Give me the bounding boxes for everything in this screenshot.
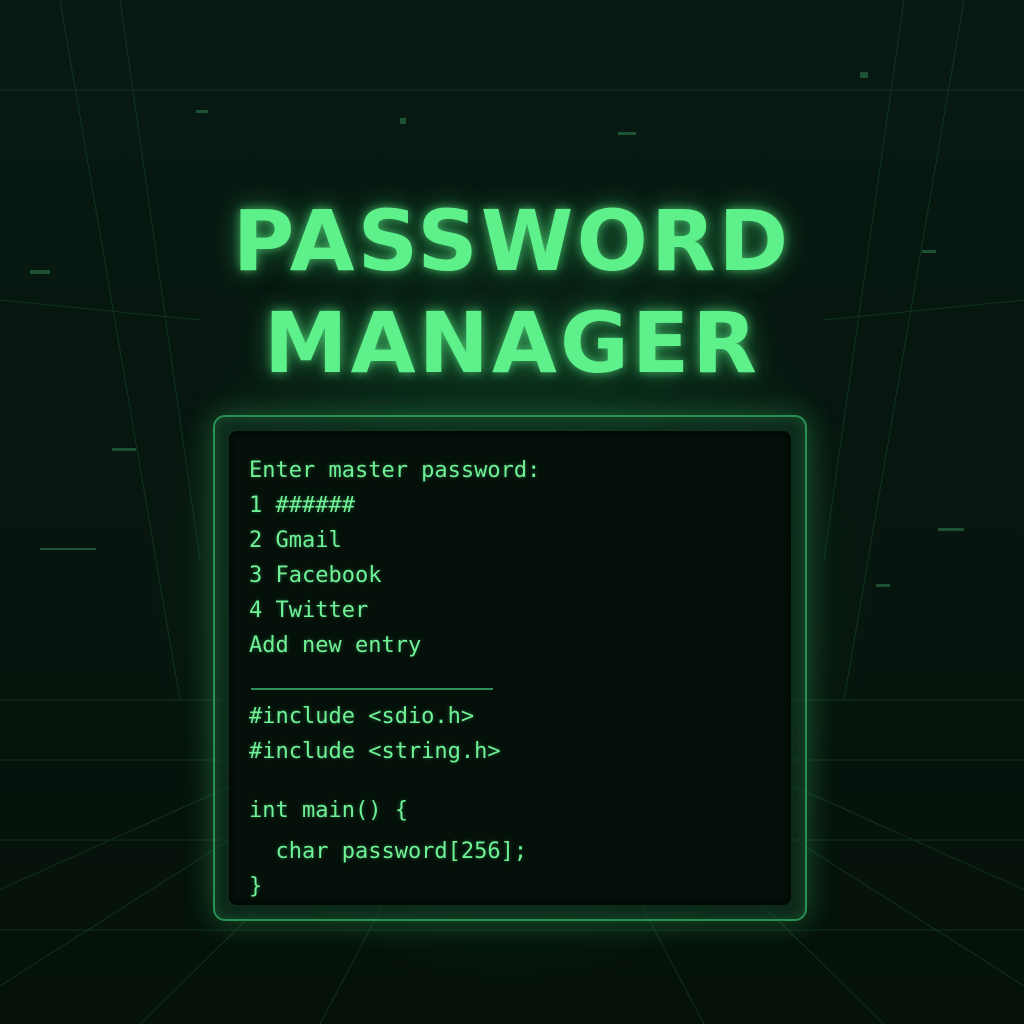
scene: PASSWORD MANAGER Enter master password: … <box>0 0 1024 1024</box>
add-new-entry-option[interactable]: Add new entry <box>249 632 421 660</box>
code-line: #include <sdio.h> <box>249 704 475 729</box>
code-line: int main() { <box>249 798 408 823</box>
menu-item-masked-password[interactable]: 1 ###### <box>249 492 355 520</box>
menu-item-facebook[interactable]: 3 Facebook <box>249 562 381 590</box>
menu-item-gmail[interactable]: 2 Gmail <box>249 527 342 555</box>
app-title: PASSWORD MANAGER <box>0 190 1024 394</box>
master-password-prompt[interactable]: Enter master password: <box>249 457 540 485</box>
terminal-screen: Enter master password: 1 ###### 2 Gmail … <box>229 431 791 905</box>
separator-line <box>251 688 493 690</box>
terminal-window: Enter master password: 1 ###### 2 Gmail … <box>213 415 807 921</box>
code-line: } <box>249 874 263 899</box>
menu-item-twitter[interactable]: 4 Twitter <box>249 597 368 625</box>
code-line: #include <string.h> <box>249 739 501 764</box>
app-title-line-1: PASSWORD <box>232 192 792 290</box>
code-line: char password[256]; <box>249 839 528 864</box>
app-title-line-2: MANAGER <box>264 294 760 392</box>
